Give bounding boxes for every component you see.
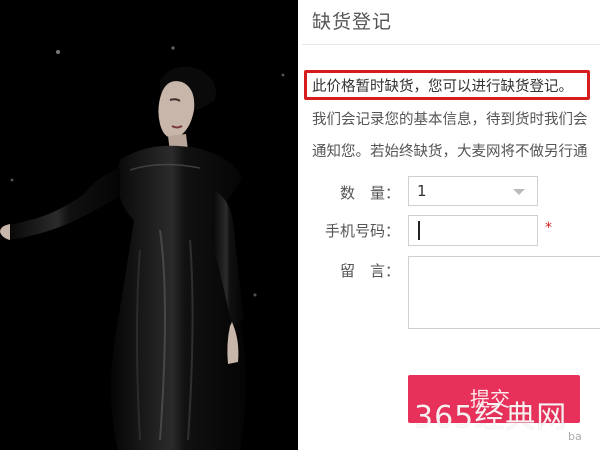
- stockout-notice: 此价格暂时缺货，您可以进行缺货登记。: [312, 79, 573, 95]
- required-marker: *: [545, 220, 552, 236]
- stockout-registration-dialog: 缺货登记 此价格暂时缺货，您可以进行缺货登记。 我们会记录您的基本信息，待到货时…: [302, 0, 600, 450]
- message-label: 留 言：: [339, 262, 400, 280]
- product-photo: [0, 0, 300, 450]
- info-text-line-1: 我们会记录您的基本信息，待到货时我们会: [312, 112, 588, 128]
- site-watermark: 365经典网: [414, 400, 568, 435]
- message-textarea[interactable]: [408, 256, 600, 329]
- phone-label: 手机号码：: [324, 222, 400, 240]
- dialog-title: 缺货登记: [312, 11, 393, 33]
- phone-input[interactable]: [408, 215, 538, 246]
- woman-in-dress-illustration: [0, 46, 285, 450]
- quantity-value: 1: [417, 182, 427, 200]
- dialog-header: 缺货登记: [302, 0, 600, 45]
- chevron-down-icon: [513, 189, 525, 195]
- info-text-line-2: 通知您。若始终缺货，大麦网将不做另行通: [312, 144, 588, 160]
- quantity-label: 数 量：: [339, 184, 400, 202]
- quantity-select[interactable]: 1: [408, 176, 538, 206]
- text-cursor: [418, 221, 420, 240]
- corner-watermark: ba: [568, 430, 582, 443]
